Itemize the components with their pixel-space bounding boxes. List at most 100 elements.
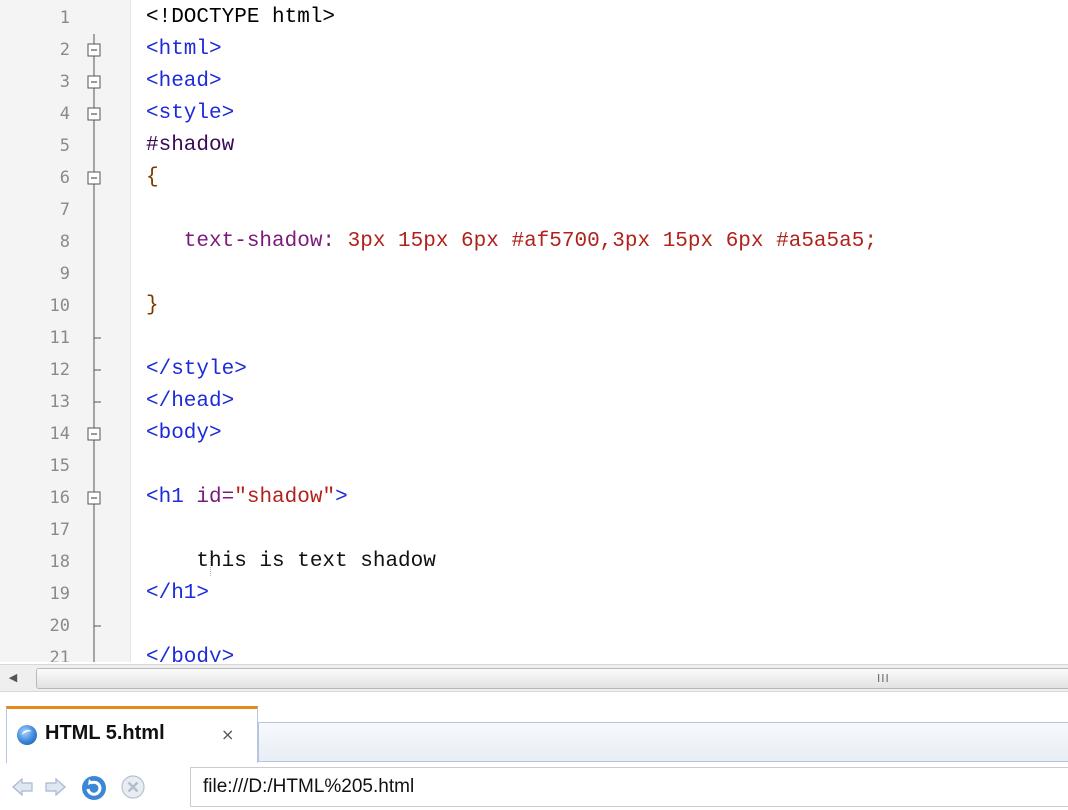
fold-guide <box>84 386 104 418</box>
close-icon[interactable]: × <box>221 725 234 744</box>
address-bar-url[interactable]: file:///D:/HTML%205.html <box>203 776 414 798</box>
code-text: text-shadow: 3px 15px 6px #af5700,3px 15… <box>146 226 877 258</box>
scroll-left-arrow-icon[interactable]: ◀ <box>6 671 20 685</box>
fold-guide <box>84 258 104 290</box>
line-number: 4 <box>59 104 70 124</box>
fold-guide <box>84 290 104 322</box>
scrollbar-thumb[interactable]: III <box>36 668 1068 689</box>
code-token: > <box>335 486 348 509</box>
line-number: 2 <box>59 40 70 60</box>
code-line[interactable]: 12 </style> <box>0 354 1068 386</box>
code-line[interactable]: 5 #shadow <box>0 130 1068 162</box>
line-number: 5 <box>59 136 70 156</box>
code-text: #shadow <box>146 130 234 162</box>
fold-guide <box>84 610 104 642</box>
code-line[interactable]: 7 <box>0 194 1068 226</box>
code-line[interactable]: 9 <box>0 258 1068 290</box>
code-line[interactable]: 1 <!DOCTYPE html> <box>0 2 1068 34</box>
tab-html5[interactable]: HTML 5.html × <box>6 706 258 763</box>
code-token: <body> <box>146 422 222 445</box>
fold-toggle-icon[interactable] <box>84 66 104 98</box>
code-text: </body> <box>146 642 234 662</box>
line-number: 21 <box>49 648 70 662</box>
line-number: 12 <box>49 360 70 380</box>
tab-label: HTML 5.html <box>45 722 165 744</box>
code-line[interactable]: 13 </head> <box>0 386 1068 418</box>
code-editor[interactable]: 1 <!DOCTYPE html> 2 <html> 3 <head> 4 <style> 5 #… <box>0 0 1068 662</box>
code-token: <head> <box>146 70 222 93</box>
code-line[interactable]: 18 this is text shadow <box>0 546 1068 578</box>
refresh-icon[interactable] <box>80 774 106 800</box>
code-token: </body> <box>146 646 235 662</box>
code-line[interactable]: 4 <style> <box>0 98 1068 130</box>
line-number: 17 <box>49 520 70 540</box>
line-number: 1 <box>59 8 70 28</box>
fold-guide <box>84 130 104 162</box>
code-token: } <box>146 294 159 317</box>
code-line[interactable]: 11 <box>0 322 1068 354</box>
code-token: </style> <box>146 358 247 381</box>
fold-guide <box>84 578 104 610</box>
code-line[interactable]: 14 <body> <box>0 418 1068 450</box>
fold-guide <box>84 642 104 662</box>
code-area[interactable]: 1 <!DOCTYPE html> 2 <html> 3 <head> 4 <style> 5 #… <box>0 0 1068 662</box>
scrollbar-grip-icon: III <box>877 672 890 685</box>
code-line[interactable]: 19 </h1> <box>0 578 1068 610</box>
fold-toggle-icon[interactable] <box>84 418 104 450</box>
fold-guide <box>84 546 104 578</box>
code-token: id= <box>196 486 235 509</box>
code-text: </h1> <box>146 578 209 610</box>
line-number: 8 <box>59 232 70 252</box>
code-line[interactable]: 6{ <box>0 162 1068 194</box>
code-line[interactable]: 16 <h1 id="shadow"> <box>0 482 1068 514</box>
code-line[interactable]: 21 </body> <box>0 642 1068 662</box>
code-token: </head> <box>146 390 235 413</box>
code-token: <html> <box>146 38 222 61</box>
line-number: 14 <box>49 424 70 444</box>
code-line[interactable]: 2 <html> <box>0 34 1068 66</box>
code-text: <style> <box>146 98 234 130</box>
line-number: 7 <box>59 200 70 220</box>
fold-toggle-icon[interactable] <box>84 34 104 66</box>
line-number: 6 <box>59 168 70 188</box>
fold-guide <box>84 514 104 546</box>
code-token: </h1> <box>146 582 210 605</box>
code-text: this is text shadow <box>146 546 435 578</box>
code-line[interactable]: 8 text-shadow: 3px 15px 6px #af5700,3px … <box>0 226 1068 258</box>
line-number: 11 <box>49 328 70 348</box>
line-number: 13 <box>49 392 70 412</box>
code-text: <body> <box>146 418 222 450</box>
code-line[interactable]: 3 <head> <box>0 66 1068 98</box>
fold-guide <box>84 194 104 226</box>
address-bar[interactable]: file:///D:/HTML%205.html <box>190 767 1068 807</box>
line-number: 19 <box>49 584 70 604</box>
code-text: </style> <box>146 354 247 386</box>
tab-bar: HTML 5.html × <box>0 704 1068 763</box>
stop-icon[interactable] <box>120 774 146 800</box>
code-token: "shadow" <box>234 486 336 509</box>
fold-guide <box>84 450 104 482</box>
code-token: 3px 15px 6px #af5700,3px 15px 6px #a5a5a… <box>347 230 877 253</box>
line-number: 16 <box>49 488 70 508</box>
code-line[interactable]: 17 <box>0 514 1068 546</box>
code-token: #shadow <box>146 134 235 157</box>
navigation-bar: file:///D:/HTML%205.html <box>0 764 1068 810</box>
code-line[interactable]: 20 <box>0 610 1068 642</box>
forward-arrow-icon[interactable] <box>42 774 68 800</box>
code-line[interactable]: 15 <box>0 450 1068 482</box>
line-number: 18 <box>49 552 70 572</box>
code-token: <h1 <box>146 486 197 509</box>
code-text: </head> <box>146 386 234 418</box>
fold-toggle-icon[interactable] <box>84 162 104 194</box>
code-line[interactable]: 10} <box>0 290 1068 322</box>
code-text: { <box>146 162 159 194</box>
fold-toggle-icon[interactable] <box>84 98 104 130</box>
code-text: <h1 id="shadow"> <box>146 482 348 514</box>
fold-toggle-icon[interactable] <box>84 482 104 514</box>
back-arrow-icon[interactable] <box>10 774 36 800</box>
horizontal-scrollbar[interactable]: ◀ III <box>0 664 1068 692</box>
code-token: <!DOCTYPE html> <box>146 6 336 29</box>
indent-guide <box>210 550 211 576</box>
code-token: { <box>146 166 159 189</box>
tab-strip <box>258 722 1068 762</box>
